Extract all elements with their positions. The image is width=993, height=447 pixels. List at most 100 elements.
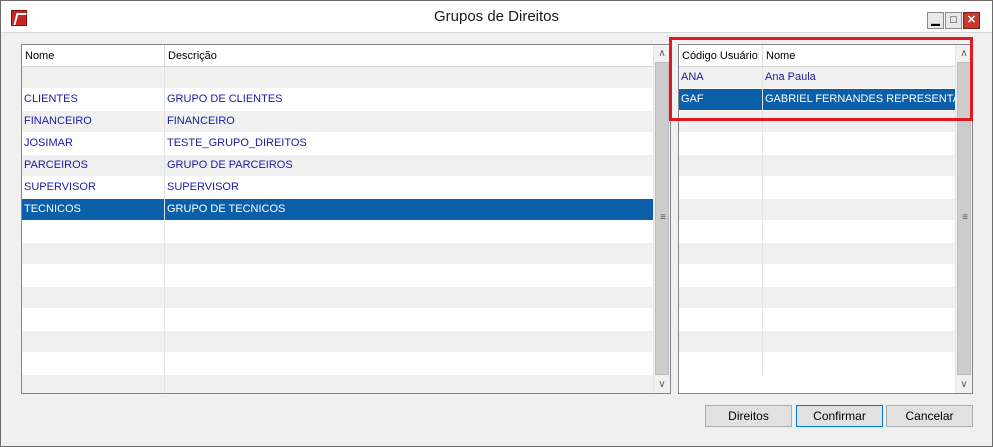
table-row[interactable]: [679, 177, 956, 199]
table-row[interactable]: [22, 309, 654, 331]
table-row[interactable]: ANA Ana Paula: [679, 67, 956, 89]
scroll-up-icon[interactable]: ∧: [654, 45, 670, 62]
table-row[interactable]: [22, 67, 654, 89]
user-cell: [763, 177, 956, 198]
users-grid[interactable]: Código Usuário Nome ANA Ana Paula GAF GABRI…: [678, 44, 973, 394]
table-row[interactable]: [22, 287, 654, 309]
column-header-nome[interactable]: Nome: [763, 45, 956, 67]
user-cell: [763, 111, 956, 132]
scroll-down-icon[interactable]: ∨: [654, 376, 670, 393]
scroll-grip-icon: ≡: [660, 212, 666, 223]
title-bar: Grupos de Direitos ▁ □ ✕: [1, 1, 992, 33]
group-cell: [165, 67, 654, 88]
table-row[interactable]: [22, 331, 654, 353]
group-cell: [165, 375, 654, 393]
window-title: Grupos de Direitos: [433, 8, 560, 25]
user-cell: [763, 199, 956, 220]
group-cell: CLIENTES: [22, 89, 165, 110]
table-row[interactable]: [22, 353, 654, 375]
user-cell: [763, 221, 956, 242]
user-cell: [679, 221, 763, 242]
user-cell: [679, 133, 763, 154]
scroll-grip-icon: ≡: [962, 212, 968, 223]
table-row[interactable]: [679, 331, 956, 353]
table-row[interactable]: CLIENTES GRUPO DE CLIENTES: [22, 89, 654, 111]
group-cell: FINANCEIRO: [22, 111, 165, 132]
maximize-icon[interactable]: □: [945, 12, 962, 29]
groups-grid-header: Nome Descrição: [22, 45, 654, 67]
table-row[interactable]: SUPERVISOR SUPERVISOR: [22, 177, 654, 199]
scroll-up-icon[interactable]: ∧: [956, 45, 972, 62]
column-header-descricao[interactable]: Descrição: [165, 45, 654, 67]
table-row[interactable]: [22, 243, 654, 265]
group-cell: [22, 331, 165, 352]
group-cell: [165, 221, 654, 242]
user-cell: [679, 243, 763, 264]
confirmar-button[interactable]: Confirmar: [796, 405, 883, 427]
group-cell: SUPERVISOR: [22, 177, 165, 198]
group-cell: JOSIMAR: [22, 133, 165, 154]
table-row[interactable]: FINANCEIRO FINANCEIRO: [22, 111, 654, 133]
users-vertical-scrollbar[interactable]: ∧ ≡ ∨: [955, 45, 972, 393]
table-row[interactable]: [679, 265, 956, 287]
user-cell: [679, 265, 763, 286]
table-row[interactable]: [22, 375, 654, 393]
users-grid-rows: ANA Ana Paula GAF GABRIEL FERNANDES REPRESE…: [679, 67, 956, 375]
table-row[interactable]: [679, 199, 956, 221]
user-cell: [763, 287, 956, 308]
user-cell: [679, 331, 763, 352]
user-cell: [763, 155, 956, 176]
group-cell: [22, 243, 165, 264]
group-cell: [165, 353, 654, 374]
user-cell: [679, 287, 763, 308]
table-row[interactable]: [679, 133, 956, 155]
group-cell: GRUPO DE PARCEIROS: [165, 155, 654, 176]
table-row[interactable]: [679, 309, 956, 331]
minimize-icon[interactable]: ▁: [927, 12, 944, 29]
group-cell: SUPERVISOR: [165, 177, 654, 198]
table-row[interactable]: [679, 111, 956, 133]
user-cell: [763, 133, 956, 154]
table-row[interactable]: TECNICOS GRUPO DE TECNICOS: [22, 199, 654, 221]
column-header-nome[interactable]: Nome: [22, 45, 165, 67]
group-cell: [165, 287, 654, 308]
table-row[interactable]: [679, 243, 956, 265]
user-cell: Ana Paula: [763, 67, 956, 88]
user-cell: ANA: [679, 67, 763, 88]
direitos-button[interactable]: Direitos: [705, 405, 792, 427]
user-cell: [763, 353, 956, 374]
group-cell: [165, 331, 654, 352]
scroll-thumb[interactable]: ≡: [655, 62, 669, 375]
groups-vertical-scrollbar[interactable]: ∧ ≡ ∨: [653, 45, 670, 393]
user-cell: [679, 155, 763, 176]
table-row[interactable]: [679, 221, 956, 243]
table-row[interactable]: PARCEIROS GRUPO DE PARCEIROS: [22, 155, 654, 177]
user-cell: [679, 353, 763, 374]
close-icon[interactable]: ✕: [963, 12, 980, 29]
group-cell: FINANCEIRO: [165, 111, 654, 132]
scroll-thumb[interactable]: ≡: [957, 62, 971, 375]
table-row[interactable]: [22, 221, 654, 243]
scroll-down-icon[interactable]: ∨: [956, 376, 972, 393]
table-row[interactable]: [679, 155, 956, 177]
groups-grid[interactable]: Nome Descrição CLIENTES GRUPO DE CLIENTES…: [21, 44, 671, 394]
group-cell: [22, 67, 165, 88]
rights-groups-window: Grupos de Direitos ▁ □ ✕ Nome Descrição …: [0, 0, 993, 447]
user-cell: [763, 331, 956, 352]
table-row[interactable]: JOSIMAR TESTE_GRUPO_DIREITOS: [22, 133, 654, 155]
user-cell: [763, 309, 956, 330]
group-cell: [165, 265, 654, 286]
column-header-codigo-usuario[interactable]: Código Usuário: [679, 45, 763, 67]
group-cell: [22, 309, 165, 330]
cancelar-button[interactable]: Cancelar: [886, 405, 973, 427]
users-grid-header: Código Usuário Nome: [679, 45, 956, 67]
group-cell: [22, 353, 165, 374]
table-row[interactable]: GAF GABRIEL FERNANDES REPRESENTAÇÕ: [679, 89, 956, 111]
group-cell: [22, 375, 165, 393]
group-cell: [165, 309, 654, 330]
table-row[interactable]: [22, 265, 654, 287]
table-row[interactable]: [679, 353, 956, 375]
group-cell: TESTE_GRUPO_DIREITOS: [165, 133, 654, 154]
table-row[interactable]: [679, 287, 956, 309]
user-cell: GAF: [679, 89, 763, 110]
